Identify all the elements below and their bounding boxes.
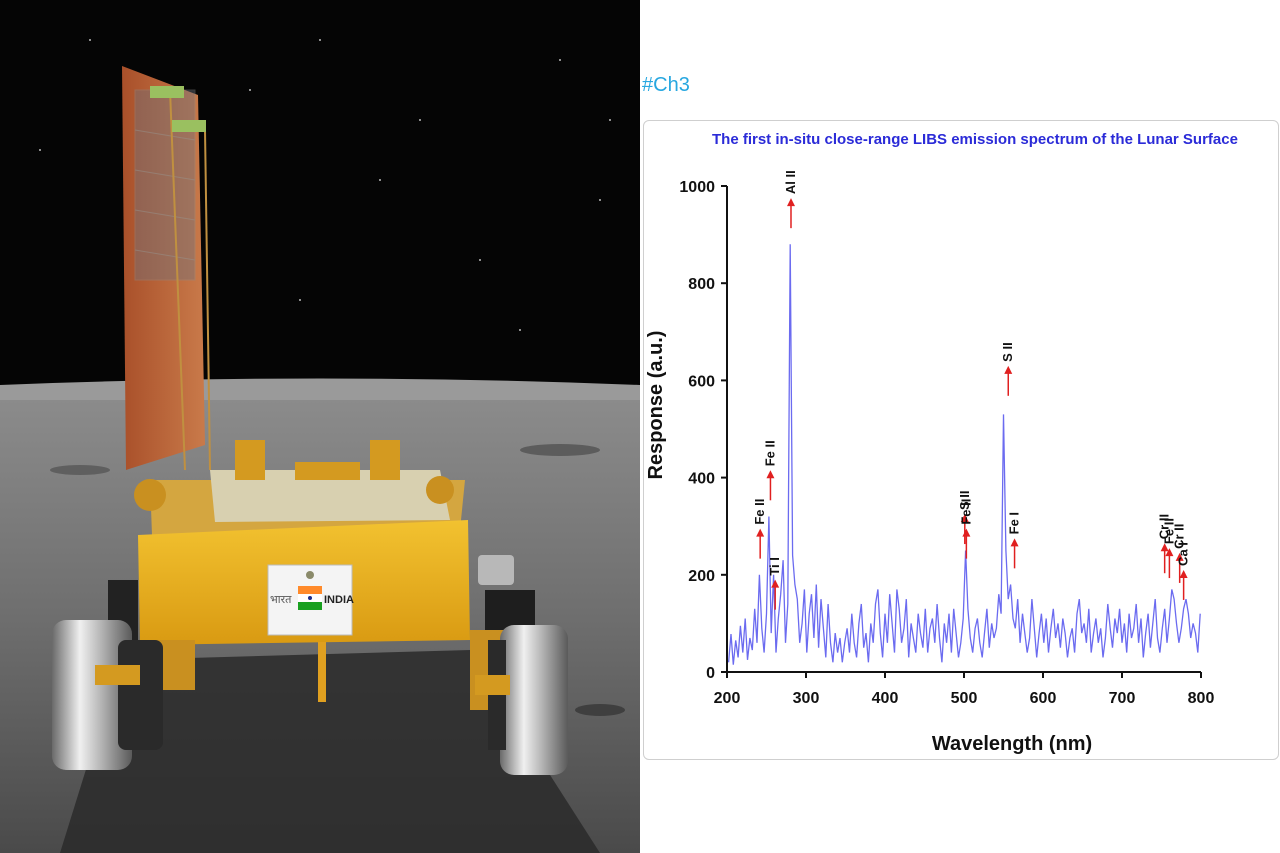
y-tick-label: 400: [688, 471, 715, 488]
flag-text-right: INDIA: [324, 594, 354, 606]
peak-label: Ca I: [1176, 542, 1191, 566]
x-tick-label: 200: [714, 690, 741, 707]
x-tick-label: 800: [1188, 690, 1215, 707]
x-tick-label: 500: [951, 690, 978, 707]
x-tick-label: 700: [1109, 690, 1136, 707]
flag-text-left: भारत: [270, 594, 292, 606]
peak-label: Ti I: [767, 557, 782, 576]
spectrum-line: [727, 244, 1201, 665]
peak-label: Fe II: [752, 499, 767, 525]
rover-render-image: भारत INDIA: [0, 0, 640, 853]
y-axis-label: Response (a.u.): [645, 331, 667, 480]
peak-label: S II: [1000, 342, 1015, 362]
peak-arrow-head: [756, 528, 765, 537]
peak-arrow-head: [766, 470, 775, 479]
peak-arrow-head: [771, 579, 780, 588]
y-tick-label: 200: [688, 568, 715, 585]
x-axis-label: Wavelength (nm): [932, 733, 1092, 755]
peak-label: Al II: [783, 170, 798, 194]
peak-label: Fe II: [762, 440, 777, 466]
peak-arrow-head: [1004, 365, 1013, 374]
peak-arrow-head: [786, 198, 795, 207]
x-tick-label: 300: [793, 690, 820, 707]
y-tick-label: 800: [688, 276, 715, 293]
peak-label: Fe II: [958, 499, 973, 525]
peak-arrow-head: [1010, 538, 1019, 547]
x-tick-label: 400: [872, 690, 899, 707]
y-tick-label: 1000: [679, 179, 715, 196]
rover-illustration: भारत INDIA: [0, 0, 640, 853]
y-tick-label: 600: [688, 373, 715, 390]
y-tick-label: 0: [706, 665, 715, 682]
peak-arrow-head: [1179, 569, 1188, 578]
x-tick-label: 600: [1030, 690, 1057, 707]
peak-arrow-head: [962, 528, 971, 537]
spectrum-chart: 200 300 400 500 600 700 800 0 200 400 600 800 1000 F…: [645, 170, 1215, 755]
chart-panel: #Ch3 The first in-situ close-range LIBS …: [640, 0, 1280, 853]
peak-label: Fe I: [1007, 512, 1022, 534]
